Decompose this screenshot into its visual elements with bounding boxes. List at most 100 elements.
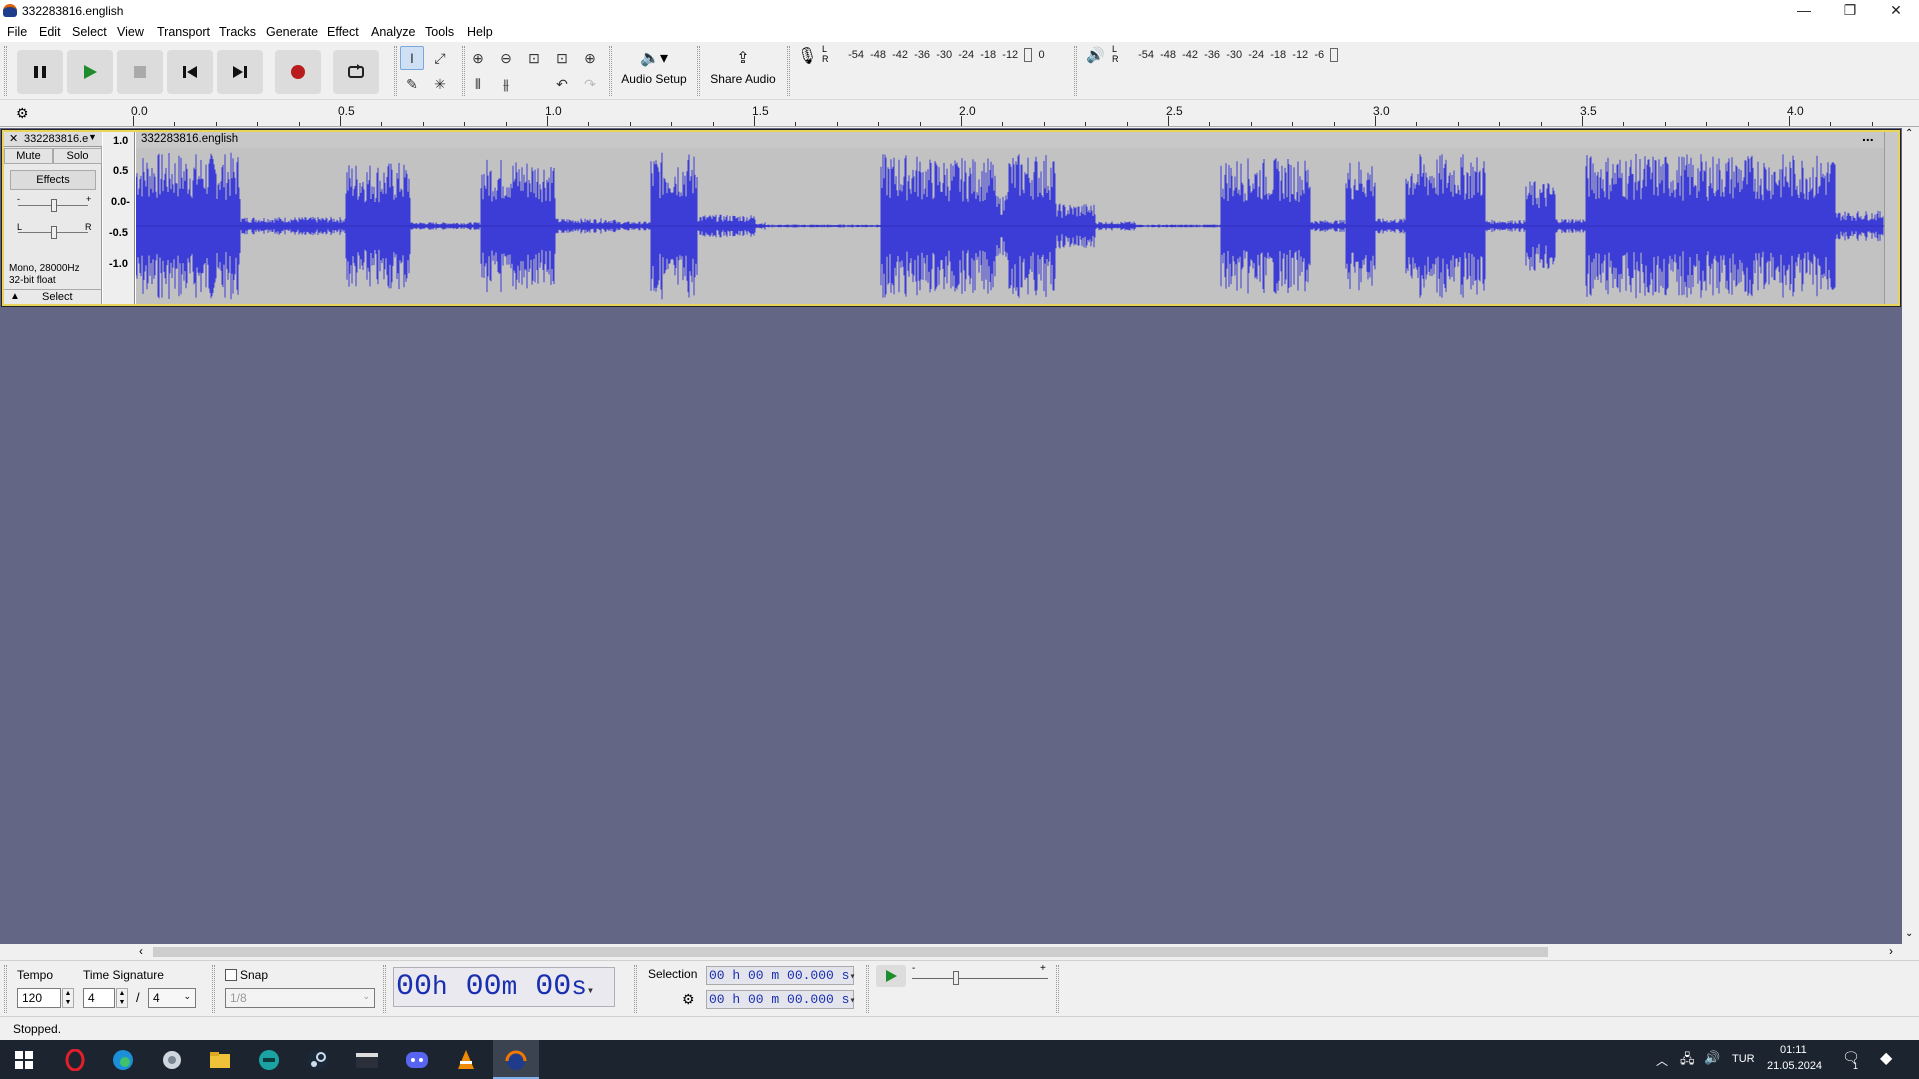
discord-icon[interactable] bbox=[403, 1046, 431, 1074]
amplitude-scale[interactable]: 1.0 0.5 0.0- -0.5 -1.0 bbox=[103, 132, 135, 304]
toolbar-grip[interactable] bbox=[1056, 965, 1059, 1013]
timeline-ruler[interactable]: ⚙ 0.0 0.5 1.0 1.5 2.0 2.5 3.0 3.5 4.0 bbox=[0, 101, 1919, 127]
menu-generate[interactable]: Generate bbox=[266, 25, 318, 39]
audacity-taskbar-button[interactable] bbox=[493, 1040, 539, 1079]
minimize-button[interactable]: — bbox=[1781, 0, 1827, 22]
selection-settings-gear-icon[interactable]: ⚙ bbox=[682, 991, 695, 1008]
tempo-spinner[interactable]: ▲ ▼ bbox=[62, 988, 74, 1008]
loop-button[interactable] bbox=[333, 50, 379, 94]
gain-slider-thumb[interactable] bbox=[51, 199, 57, 212]
selection-start-time[interactable]: 00 h 00 m 00.000 s▾ bbox=[706, 966, 855, 985]
fit-selection-button[interactable]: ⊡ bbox=[522, 46, 546, 70]
toolbar-grip[interactable] bbox=[787, 46, 790, 96]
menu-effect[interactable]: Effect bbox=[327, 25, 359, 39]
copilot-icon[interactable]: ◆ bbox=[1880, 1048, 1892, 1068]
volume-icon[interactable]: 🔊 bbox=[1704, 1050, 1720, 1066]
menu-help[interactable]: Help bbox=[467, 25, 493, 39]
menu-tools[interactable]: Tools bbox=[425, 25, 454, 39]
effects-button[interactable]: Effects bbox=[10, 170, 96, 190]
clip-menu-dots-icon[interactable]: ... bbox=[1862, 128, 1874, 144]
scroll-right-icon[interactable]: › bbox=[1889, 944, 1893, 958]
audio-setup-button[interactable]: 🔈▾ Audio Setup bbox=[618, 46, 690, 96]
close-button[interactable]: ✕ bbox=[1873, 0, 1919, 22]
menu-edit[interactable]: Edit bbox=[39, 25, 61, 39]
toolbar-grip[interactable] bbox=[697, 46, 700, 96]
menu-analyze[interactable]: Analyze bbox=[371, 25, 415, 39]
toolbar-grip[interactable] bbox=[4, 965, 7, 1013]
toolbar-grip[interactable] bbox=[4, 46, 7, 96]
time-signature-denominator[interactable]: 4 ⌄ bbox=[148, 988, 196, 1008]
track-area[interactable]: ✕ 332283816.e ▼ Mute Solo Effects - + L … bbox=[0, 128, 1902, 944]
playback-speed-slider[interactable] bbox=[912, 978, 1048, 979]
play-button[interactable] bbox=[67, 50, 113, 94]
tray-overflow-chevron-icon[interactable]: ︿ bbox=[1656, 1052, 1668, 1069]
selection-end-time[interactable]: 00 h 00 m 00.000 s▾ bbox=[706, 990, 855, 1009]
draw-tool-button[interactable]: ✎ bbox=[400, 72, 424, 96]
playback-meter-slider[interactable] bbox=[1330, 48, 1339, 62]
time-format-dropdown-icon[interactable]: ▾ bbox=[587, 984, 594, 998]
envelope-tool-button[interactable]: ⤢ bbox=[428, 46, 452, 70]
mute-button[interactable]: Mute bbox=[4, 148, 53, 164]
toolbar-grip[interactable] bbox=[462, 46, 465, 96]
selection-tool-button[interactable]: I bbox=[400, 46, 424, 70]
redo-button[interactable]: ↷ bbox=[578, 72, 602, 96]
ruler-settings-gear-icon[interactable]: ⚙ bbox=[16, 105, 29, 122]
select-track-button[interactable]: Select bbox=[42, 291, 73, 303]
toolbar-grip[interactable] bbox=[609, 46, 612, 96]
time-display[interactable]: 00h 00m 00s▾ bbox=[393, 967, 615, 1007]
menu-tracks[interactable]: Tracks bbox=[219, 25, 256, 39]
share-audio-button[interactable]: ⇪ Share Audio bbox=[704, 46, 782, 96]
menu-file[interactable]: File bbox=[7, 25, 27, 39]
vertical-scrollbar[interactable]: ⌃ ⌄ bbox=[1902, 128, 1919, 944]
time-signature-spinner[interactable]: ▲ ▼ bbox=[116, 988, 128, 1008]
record-meter[interactable]: -54 -48 -42 -36 -30 -24 -18 -12 0 bbox=[833, 48, 1045, 66]
pause-button[interactable] bbox=[17, 50, 63, 94]
track-close-icon[interactable]: ✕ bbox=[9, 132, 18, 145]
toolbar-grip[interactable] bbox=[634, 965, 637, 1013]
clock-date[interactable]: 21.05.2024 bbox=[1767, 1060, 1822, 1072]
record-meter-slider[interactable] bbox=[1024, 48, 1033, 62]
clock-time[interactable]: 01:11 bbox=[1780, 1044, 1807, 1056]
play-at-speed-button[interactable] bbox=[876, 965, 906, 987]
scroll-down-icon[interactable]: ⌄ bbox=[1905, 928, 1913, 939]
toolbar-grip[interactable] bbox=[1074, 46, 1077, 96]
toolbar-grip[interactable] bbox=[866, 965, 869, 1013]
menu-transport[interactable]: Transport bbox=[157, 25, 210, 39]
steam-icon[interactable] bbox=[304, 1046, 332, 1074]
collapse-track-icon[interactable]: ▲ bbox=[10, 291, 20, 302]
horizontal-scroll-thumb[interactable] bbox=[153, 947, 1548, 957]
toolbar-grip[interactable] bbox=[394, 46, 397, 96]
microphone-icon[interactable]: 🎙 bbox=[797, 46, 817, 66]
tempo-input[interactable]: 120 bbox=[17, 988, 61, 1008]
speaker-meter-icon[interactable]: 🔊 bbox=[1086, 46, 1105, 64]
playback-speed-thumb[interactable] bbox=[953, 971, 959, 985]
video-editor-icon[interactable] bbox=[353, 1046, 381, 1074]
network-icon[interactable]: 🖧 bbox=[1680, 1050, 1695, 1072]
pan-slider-thumb[interactable] bbox=[51, 226, 57, 239]
clip-title-bar[interactable]: 332283816.english ... bbox=[136, 128, 1884, 148]
vlc-icon[interactable] bbox=[452, 1046, 480, 1074]
zoom-in-button[interactable]: ⊕ bbox=[466, 46, 490, 70]
time-signature-numerator[interactable]: 4 bbox=[83, 988, 115, 1008]
edge-icon[interactable] bbox=[109, 1046, 137, 1074]
maximize-button[interactable]: ❐ bbox=[1827, 0, 1873, 22]
waveform[interactable] bbox=[135, 148, 1884, 304]
zoom-out-button[interactable]: ⊖ bbox=[494, 46, 518, 70]
skip-to-end-button[interactable] bbox=[217, 50, 263, 94]
skip-to-start-button[interactable] bbox=[167, 50, 213, 94]
multi-tool-button[interactable]: ✳ bbox=[428, 72, 452, 96]
stop-button[interactable] bbox=[117, 50, 163, 94]
record-button[interactable] bbox=[275, 50, 321, 94]
file-explorer-icon[interactable] bbox=[206, 1046, 234, 1074]
scroll-up-icon[interactable]: ⌃ bbox=[1905, 128, 1913, 139]
horizontal-scrollbar[interactable]: ‹ › bbox=[135, 944, 1902, 960]
snap-dropdown[interactable]: 1/8 ⌄ bbox=[225, 988, 375, 1008]
silence-button[interactable]: ⫵ bbox=[494, 72, 518, 96]
teal-app-icon[interactable] bbox=[255, 1046, 283, 1074]
track-name[interactable]: 332283816.e bbox=[24, 133, 88, 145]
playback-meter[interactable]: -54 -48 -42 -36 -30 -24 -18 -12 -6 bbox=[1123, 48, 1339, 66]
undo-button[interactable]: ↶ bbox=[550, 72, 574, 96]
track-menu-dropdown-icon[interactable]: ▼ bbox=[88, 132, 97, 142]
snap-checkbox[interactable] bbox=[225, 969, 237, 981]
fit-project-button[interactable]: ⊡ bbox=[550, 46, 574, 70]
